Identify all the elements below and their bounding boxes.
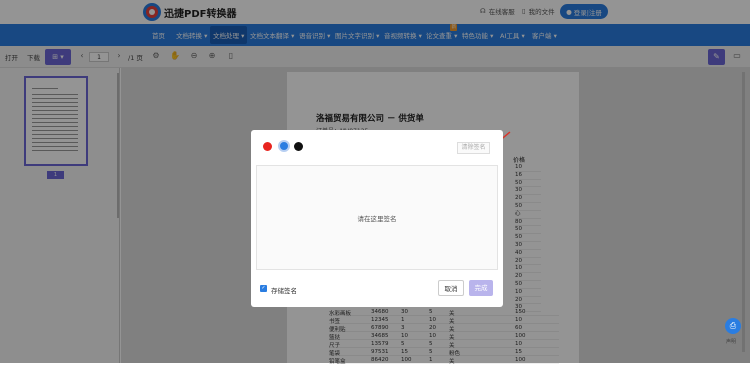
save-signature-checkbox[interactable]: ✓	[260, 285, 267, 292]
statement-label: 声明	[726, 339, 737, 345]
color-blue-option[interactable]	[278, 140, 290, 152]
signature-pad[interactable]: 请在这里签名	[256, 165, 498, 270]
clear-signature-button[interactable]: 清除签名	[457, 142, 490, 154]
color-black-option[interactable]	[294, 142, 303, 151]
cancel-button[interactable]: 取消	[438, 280, 464, 296]
signature-placeholder: 请在这里签名	[357, 214, 397, 223]
statement-button[interactable]: ⎙	[725, 318, 741, 334]
save-signature-label: 存储签名	[271, 287, 297, 295]
clipboard-icon: ⎙	[729, 321, 737, 330]
signature-dialog: 清除签名 请在这里签名 ✓ 存储签名 取消 完成	[251, 130, 503, 307]
color-red-option[interactable]	[263, 142, 272, 151]
confirm-button[interactable]: 完成	[469, 280, 493, 296]
